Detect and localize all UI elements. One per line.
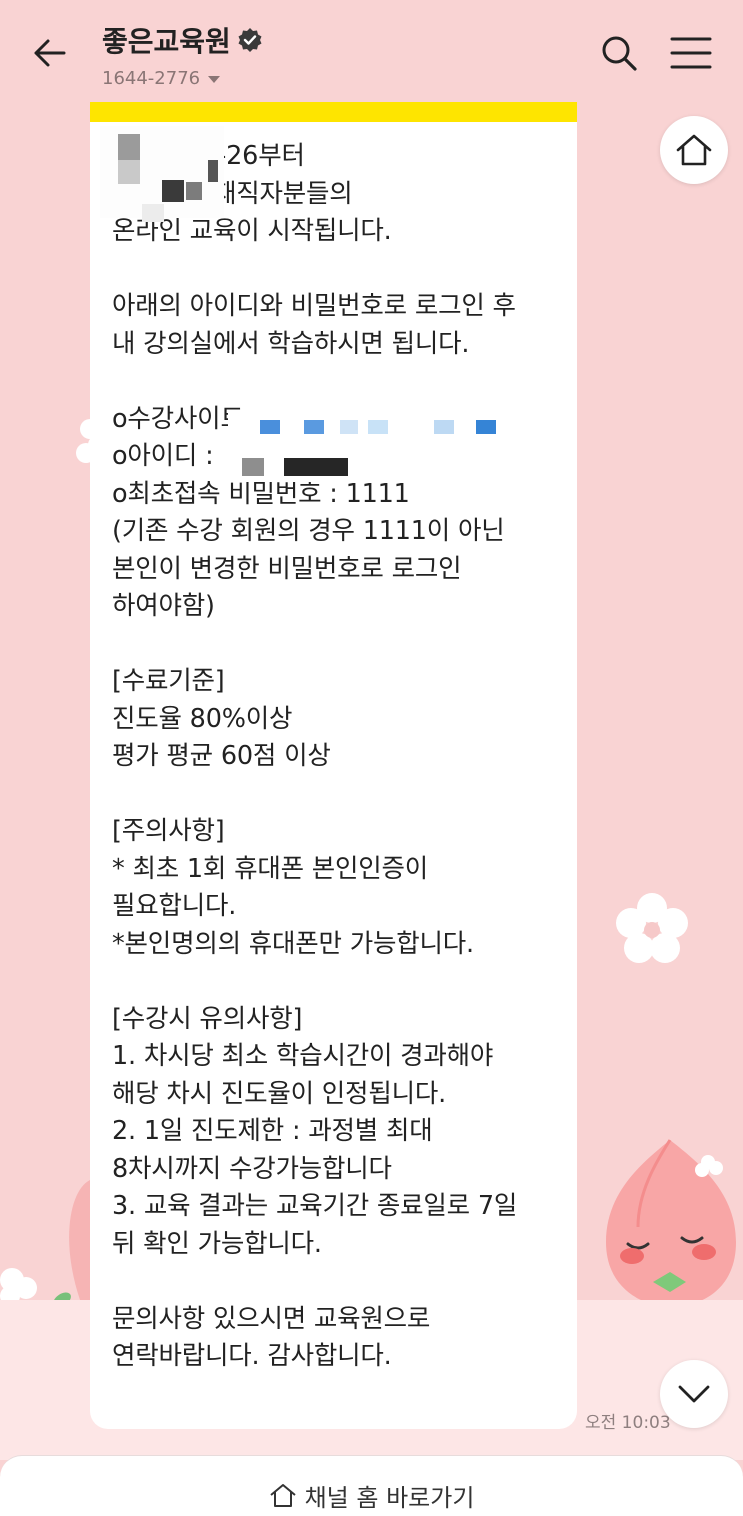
flower-cluster-decoration-icon [0,1180,90,1308]
peach-character-icon [606,1139,736,1307]
caret-down-icon [208,76,221,83]
shortcut-label: 채널 홈 바로가기 [304,1483,475,1512]
redaction-blur-site [228,412,577,444]
message-card: 2024-03-26부터 어린이집 재직자분들의 온라인 교육이 시작됩니다. … [90,102,577,1429]
channel-home-shortcut[interactable]: 채널 홈 바로가기 [269,1474,475,1516]
search-button[interactable] [598,32,640,74]
message-text: 2024-03-26부터 어린이집 재직자분들의 온라인 교육이 시작됩니다. … [112,141,518,1371]
redaction-blur-id [218,450,358,484]
channel-home-button[interactable] [660,116,728,184]
arrow-left-icon [34,39,66,67]
message-timestamp: 오전 10:03 [585,1413,671,1433]
home-icon [676,134,712,166]
verified-badge-icon [238,28,262,52]
back-button[interactable] [26,30,72,76]
redaction-blur [90,124,224,222]
chevron-down-icon [678,1385,710,1403]
scroll-down-button[interactable] [660,1360,728,1428]
flower-decoration-icon [616,893,688,963]
chat-header: 좋은교육원 1644-2776 [0,0,743,100]
home-icon [269,1484,296,1507]
bottom-bar: 채널 홈 바로가기 [0,1455,743,1516]
search-icon [602,36,637,71]
channel-name: 좋은교육원 [102,25,231,58]
menu-button[interactable] [668,34,714,72]
channel-info[interactable]: 좋은교육원 1644-2776 [102,20,263,89]
hamburger-menu-icon [670,37,712,69]
card-accent-bar [90,102,577,122]
channel-phone: 1644-2776 [102,68,201,89]
